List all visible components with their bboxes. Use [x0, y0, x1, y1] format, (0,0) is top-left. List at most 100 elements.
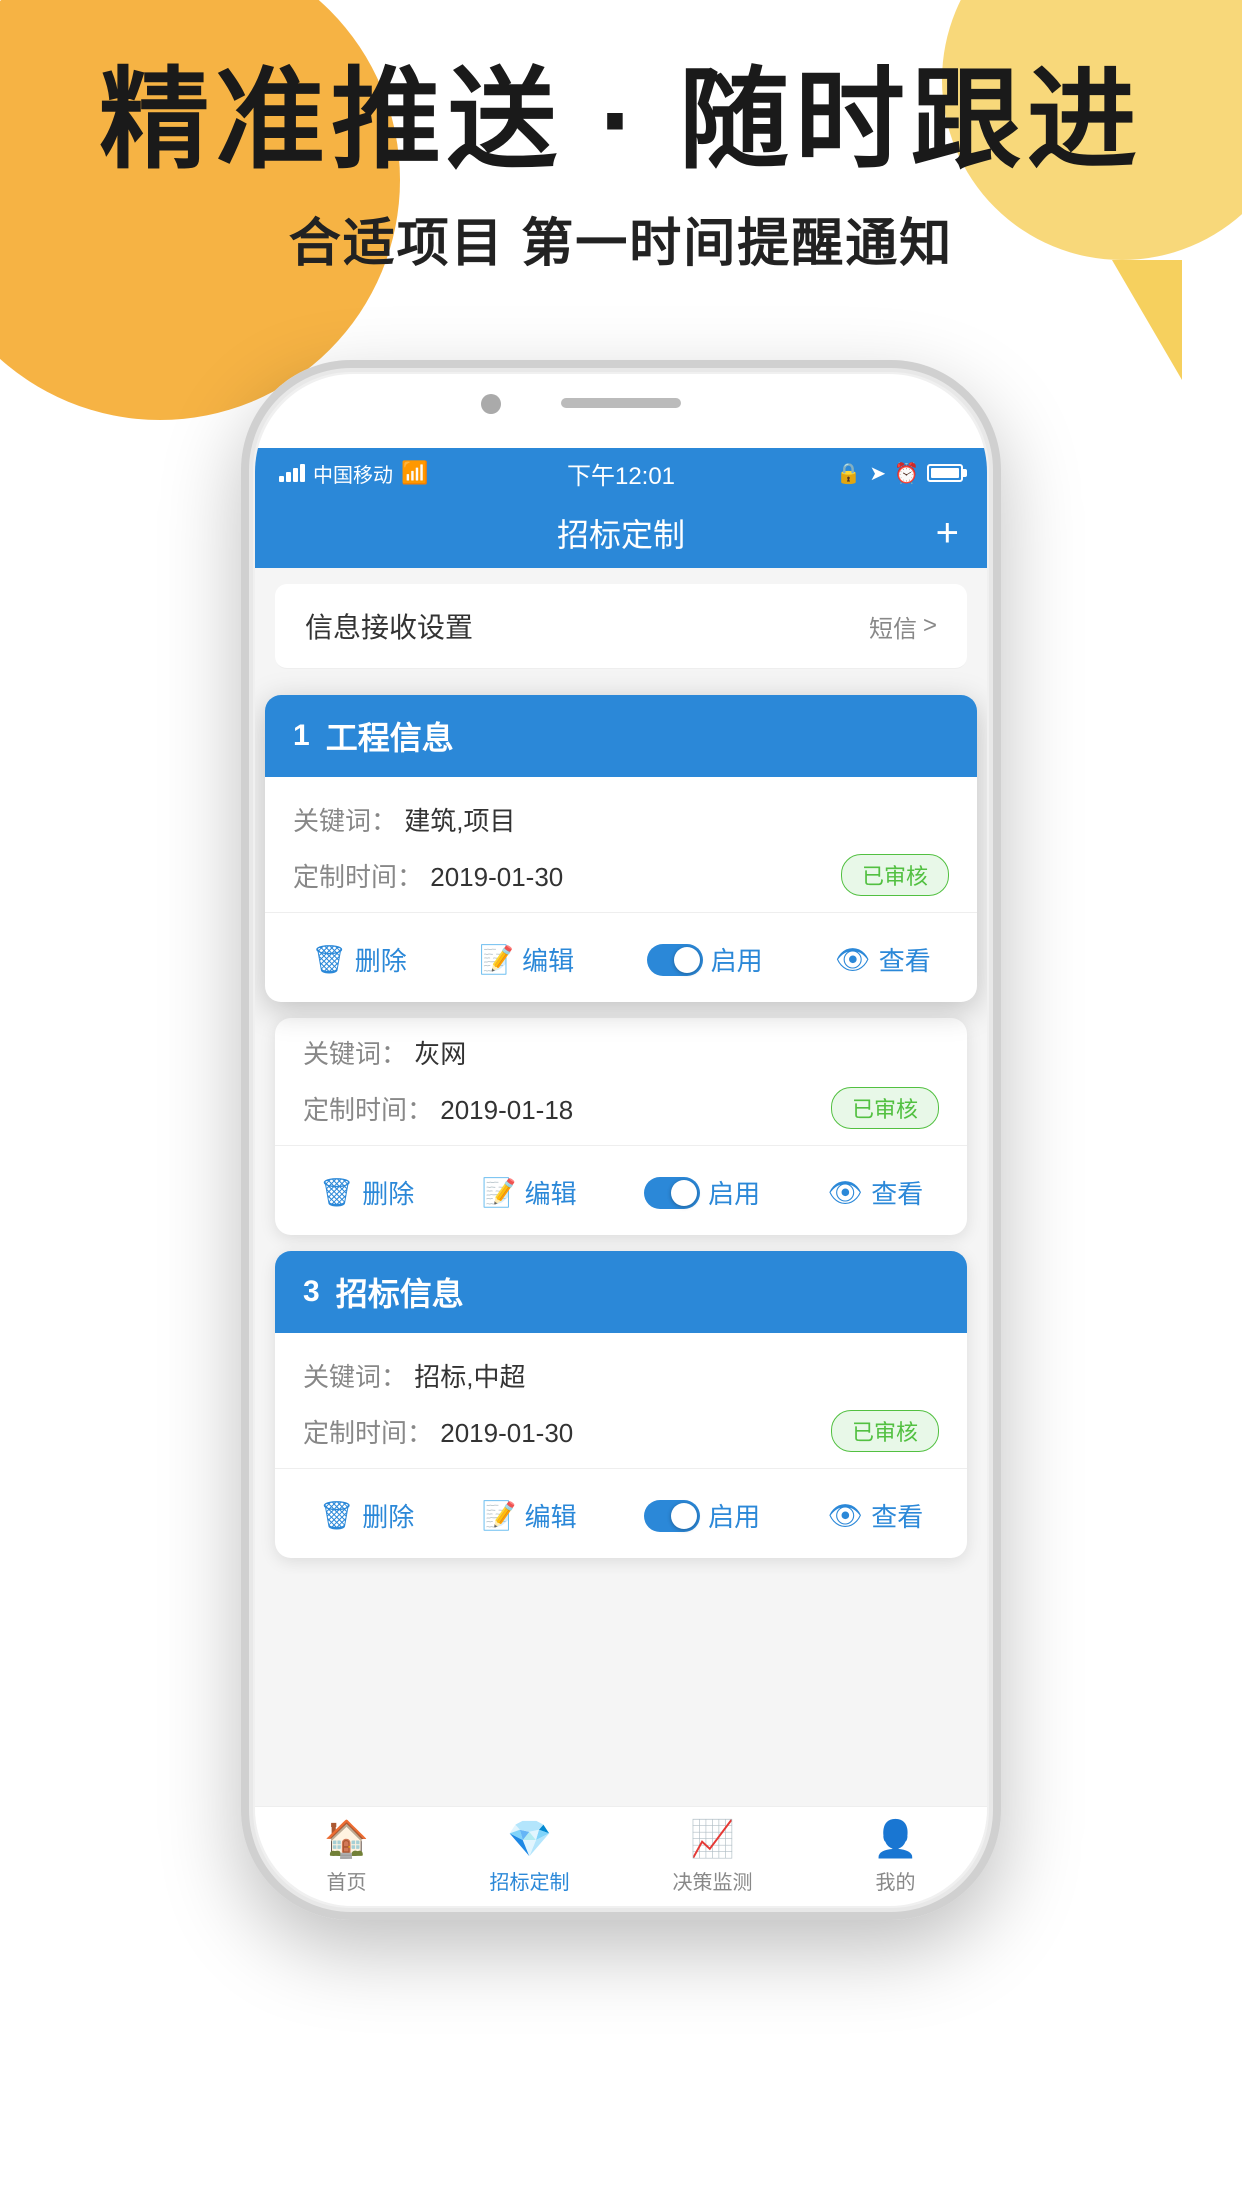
info-receive-chevron: >	[923, 612, 937, 640]
card-1-delete-label: 删除	[355, 941, 407, 978]
card-2-actions: 🗑 删除 📝 编辑 启用	[275, 1154, 967, 1235]
nav-bidding-label: 招标定制	[490, 1866, 570, 1895]
card-3-keyword-label: 关键词：	[303, 1362, 407, 1392]
card-3-view-action[interactable]: 👁 查看	[828, 1497, 924, 1534]
bg-triangle	[1112, 260, 1182, 380]
app-header-title: 招标定制	[557, 510, 685, 556]
hero-section: 精准推送 · 随时跟进 合适项目 第一时间提醒通知	[0, 60, 1242, 276]
card-2-edit-action[interactable]: 📝 编辑	[482, 1174, 577, 1211]
app-header: 招标定制 +	[255, 498, 987, 568]
diamond-icon: 💎	[507, 1818, 552, 1860]
battery-fill	[931, 468, 959, 478]
hero-subtitle-bold: 合适项目	[289, 215, 505, 273]
card-1-body: 关键词： 建筑,项目 定制时间： 2019-01-30 已审核	[265, 777, 977, 896]
card-3: 3 招标信息 关键词： 招标,中超	[275, 1251, 967, 1558]
nav-home-label: 首页	[327, 1866, 367, 1895]
eye-icon-3: 👁	[828, 1499, 864, 1532]
card-3-num: 3	[303, 1275, 320, 1309]
status-bar: 中国移动 📶 下午12:01 🔒 ➤ ⏰	[255, 448, 987, 498]
card-2-divider	[275, 1145, 967, 1146]
card-2-enable-action[interactable]: 启用	[644, 1174, 760, 1211]
card-1-time-value: 2019-01-30	[430, 862, 563, 892]
card-3-edit-action[interactable]: 📝 编辑	[482, 1497, 577, 1534]
card-3-keyword: 关键词： 招标,中超	[303, 1357, 939, 1394]
card-3-time-value: 2019-01-30	[440, 1418, 573, 1448]
phone-speaker	[561, 398, 681, 408]
status-time: 下午12:01	[507, 456, 735, 491]
card-3-enable-action[interactable]: 启用	[644, 1497, 760, 1534]
card-1-status-badge: 已审核	[841, 854, 949, 896]
info-receive-label: 信息接收设置	[305, 606, 473, 646]
card-3-view-label: 查看	[871, 1497, 923, 1534]
card-1-enable-label: 启用	[711, 941, 763, 978]
trash-icon: 🗑	[311, 943, 347, 976]
card-1-view-label: 查看	[879, 941, 931, 978]
card-1-time-label: 定制时间：	[293, 862, 423, 892]
phone-inner: 中国移动 📶 下午12:01 🔒 ➤ ⏰ 招标定制	[255, 374, 987, 1906]
phone-mockup: 中国移动 📶 下午12:01 🔒 ➤ ⏰ 招标定制	[241, 360, 1001, 1920]
card-3-edit-label: 编辑	[525, 1497, 577, 1534]
card-3-actions: 🗑 删除 📝 编辑 启用	[275, 1477, 967, 1558]
trash-icon-3: 🗑	[319, 1499, 355, 1532]
edit-icon: 📝	[479, 943, 514, 976]
card-2-keyword: 关键词： 灰网	[303, 1034, 939, 1071]
card-3-time-label: 定制时间：	[303, 1418, 433, 1448]
card-1-title: 工程信息	[326, 713, 454, 759]
card-1-edit-action[interactable]: 📝 编辑	[479, 941, 574, 978]
card-2-time-label: 定制时间：	[303, 1095, 433, 1125]
info-receive-row[interactable]: 信息接收设置 短信 >	[275, 584, 967, 669]
nav-monitor[interactable]: 📈 决策监测	[621, 1818, 804, 1895]
card-1-delete-action[interactable]: 🗑 删除	[311, 941, 407, 978]
card-1-time: 定制时间： 2019-01-30 已审核	[293, 854, 949, 896]
add-button[interactable]: +	[936, 511, 959, 556]
signal-bar-4	[300, 464, 305, 482]
card-3-delete-label: 删除	[362, 1497, 414, 1534]
eye-icon: 👁	[835, 943, 871, 976]
status-left: 中国移动 📶	[279, 459, 507, 488]
toggle-thumb-3	[671, 1503, 697, 1529]
card-1-keyword-label: 关键词：	[293, 806, 397, 836]
trash-icon-2: 🗑	[319, 1176, 355, 1209]
card-2-view-label: 查看	[871, 1174, 923, 1211]
card-3-divider	[275, 1468, 967, 1469]
card-3-enable-label: 启用	[708, 1497, 760, 1534]
card-1-enable-action[interactable]: 启用	[647, 941, 763, 978]
card-2-time-value: 2019-01-18	[440, 1095, 573, 1125]
card-2-keyword-label: 关键词：	[303, 1039, 407, 1069]
card-3-keyword-value: 招标,中超	[414, 1362, 525, 1392]
battery-icon	[927, 464, 963, 482]
card-2-view-action[interactable]: 👁 查看	[828, 1174, 924, 1211]
location-icon: ➤	[869, 461, 886, 486]
eye-icon-2: 👁	[828, 1176, 864, 1209]
card-3-time: 定制时间： 2019-01-30 已审核	[303, 1410, 939, 1452]
lock-icon: 🔒	[836, 461, 861, 486]
card-2-time: 定制时间： 2019-01-18 已审核	[303, 1087, 939, 1129]
card-2-delete-action[interactable]: 🗑 删除	[319, 1174, 415, 1211]
card-2-keyword-value: 灰网	[414, 1039, 466, 1069]
edit-icon-2: 📝	[482, 1176, 517, 1209]
card-1-divider	[265, 912, 977, 913]
card-1-actions: 🗑 删除 📝 编辑 启用	[265, 921, 977, 1002]
nav-home[interactable]: 🏠 首页	[255, 1818, 438, 1895]
alarm-icon: ⏰	[894, 461, 919, 486]
nav-profile-label: 我的	[876, 1866, 916, 1895]
nav-bidding[interactable]: 💎 招标定制	[438, 1818, 621, 1895]
card-2-delete-label: 删除	[362, 1174, 414, 1211]
info-receive-value: 短信	[869, 609, 917, 644]
toggle-thumb	[674, 947, 700, 973]
toggle-track-3	[644, 1500, 700, 1532]
card-3-body: 关键词： 招标,中超 定制时间： 2019-01-30 已审核	[275, 1333, 967, 1452]
card-1-num: 1	[293, 719, 310, 753]
nav-profile[interactable]: 👤 我的	[804, 1818, 987, 1895]
phone-screen: 中国移动 📶 下午12:01 🔒 ➤ ⏰ 招标定制	[255, 448, 987, 1906]
card-1-keyword-value: 建筑,项目	[404, 806, 515, 836]
card-1: 1 工程信息 关键词： 建筑,项目	[265, 695, 977, 1002]
card-2-status-badge: 已审核	[831, 1087, 939, 1129]
chart-icon: 📈	[690, 1818, 735, 1860]
cards-area: 1 工程信息 关键词： 建筑,项目	[255, 669, 987, 1574]
card-3-delete-action[interactable]: 🗑 删除	[319, 1497, 415, 1534]
card-3-header: 3 招标信息	[275, 1251, 967, 1333]
toggle-track-2	[644, 1177, 700, 1209]
card-1-header: 1 工程信息	[265, 695, 977, 777]
card-1-view-action[interactable]: 👁 查看	[835, 941, 931, 978]
